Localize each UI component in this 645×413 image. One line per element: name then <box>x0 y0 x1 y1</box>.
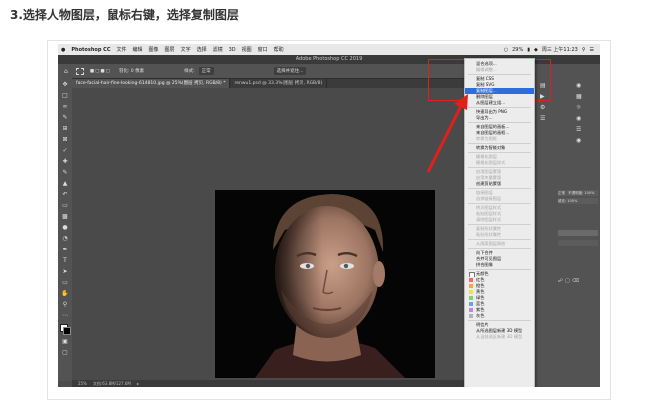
callout-arrow <box>426 94 468 173</box>
step-title: 3.选择人物图层，鼠标右键，选择复制图层 <box>10 8 239 22</box>
photoshop-window: ● Photoshop CC 文件 编辑 图像 图层 文字 选择 滤镜 3D 视… <box>58 44 600 387</box>
